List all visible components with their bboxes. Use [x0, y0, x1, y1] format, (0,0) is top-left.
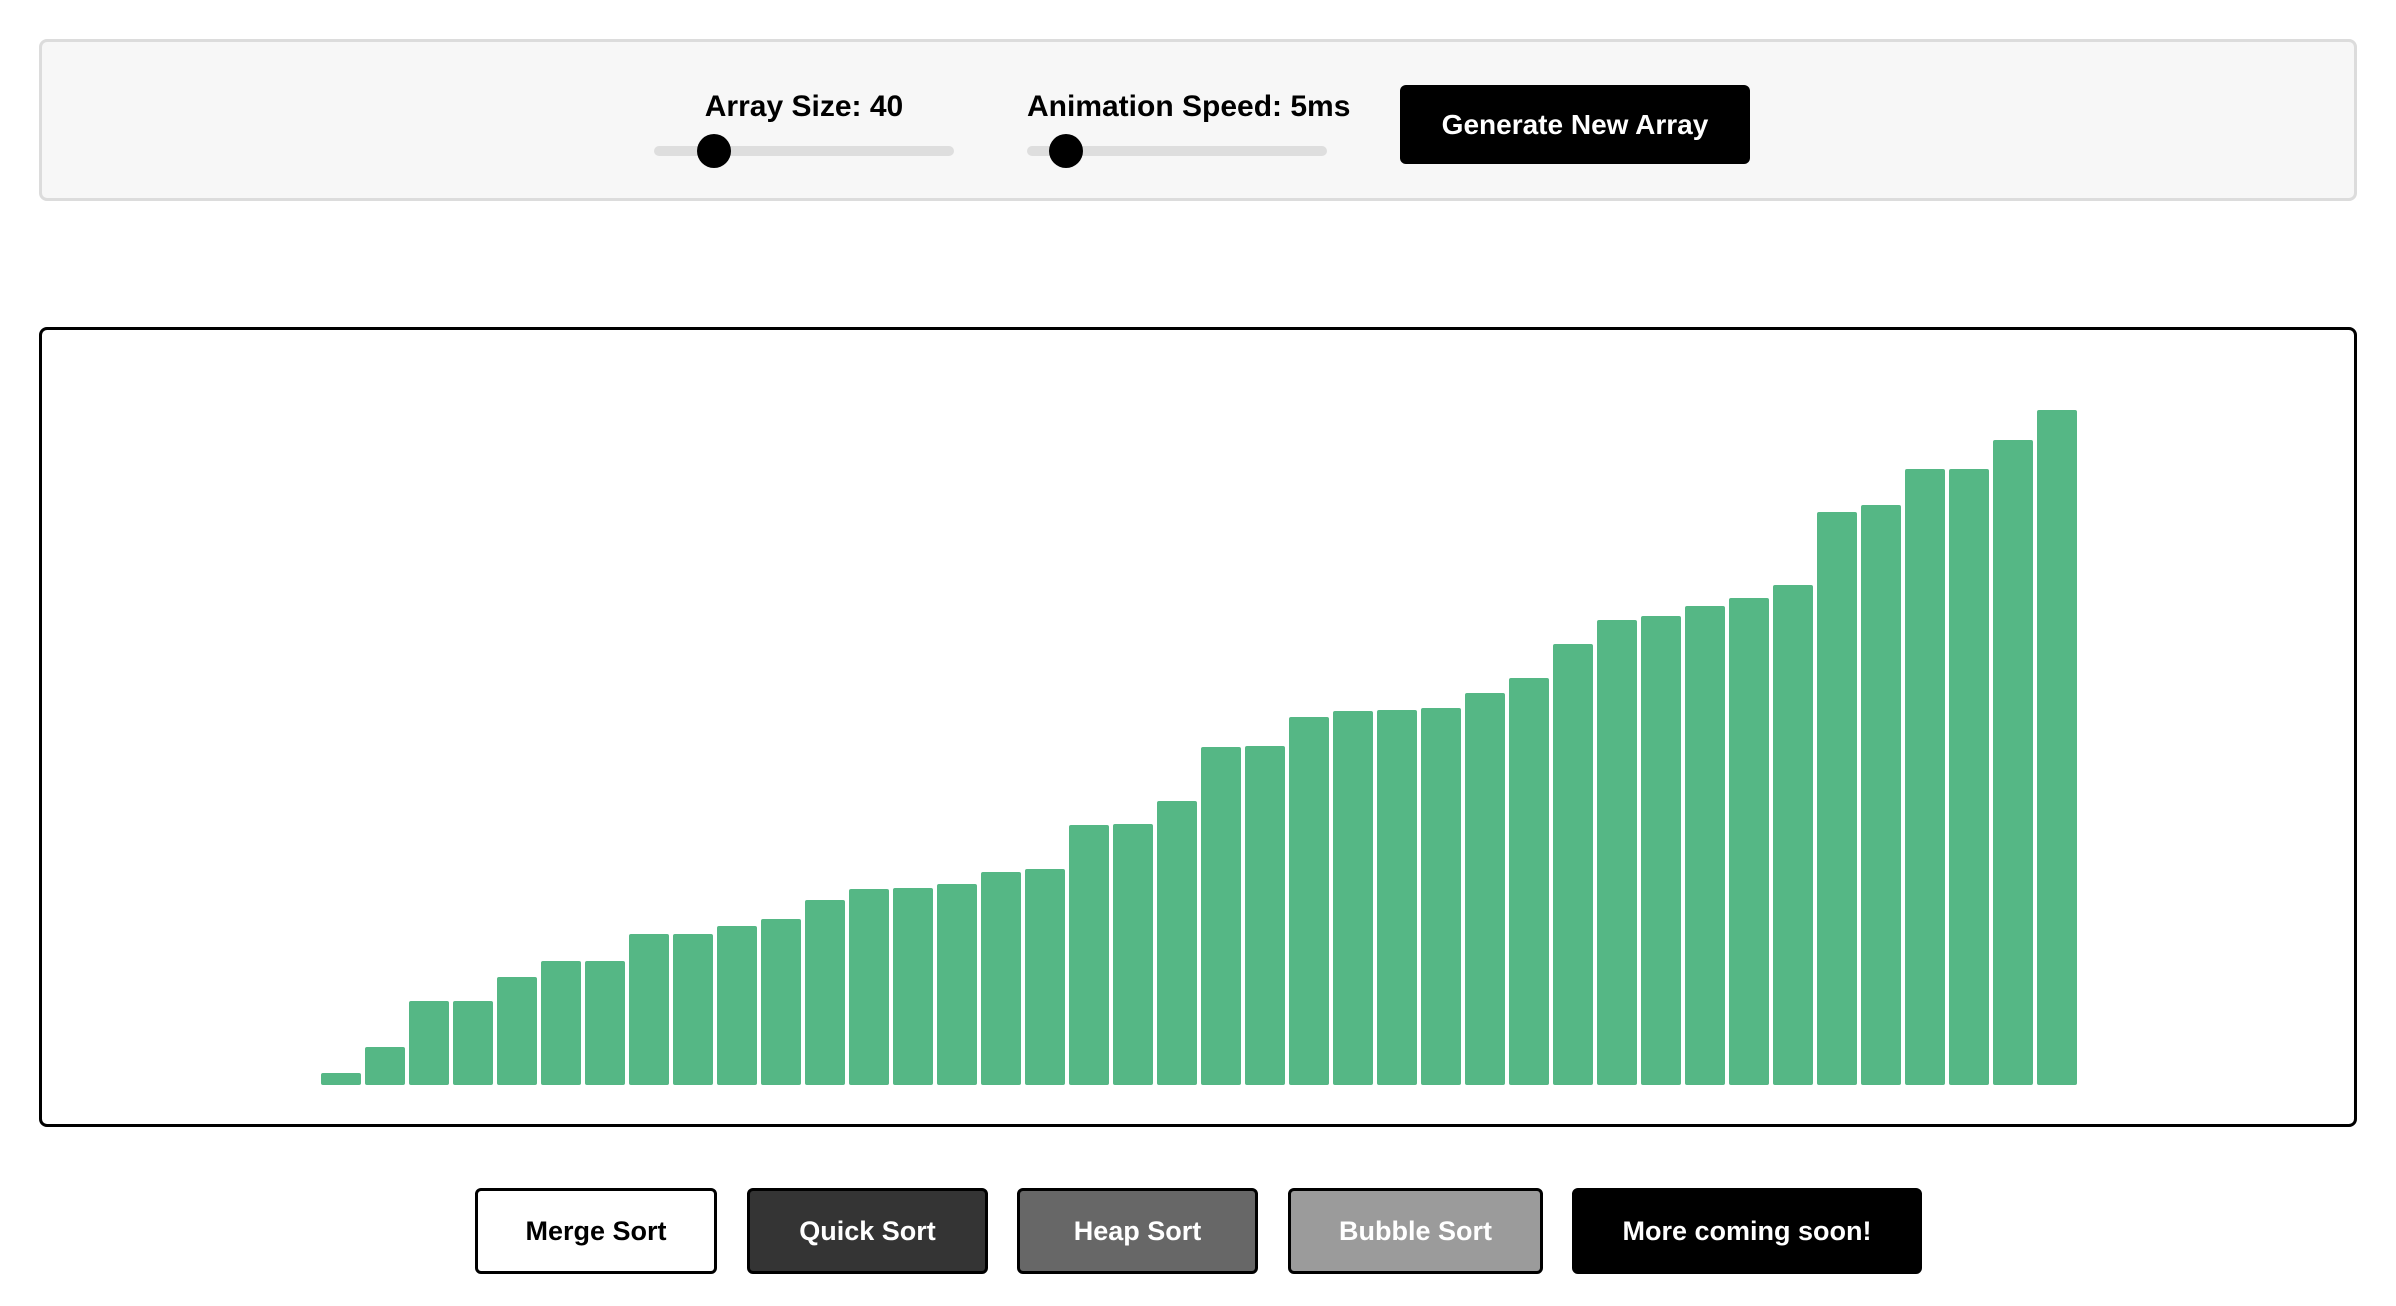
array-bar: [717, 926, 757, 1085]
array-bar: [629, 934, 669, 1085]
array-bar: [409, 1001, 449, 1085]
controls-panel: Array Size: 40 Animation Speed: 5ms Gene…: [39, 39, 2357, 201]
array-bar: [1333, 711, 1373, 1085]
array-bar: [1597, 620, 1637, 1085]
array-bar: [673, 934, 713, 1085]
merge-sort-button[interactable]: Merge Sort: [475, 1188, 717, 1274]
array-bar: [805, 900, 845, 1085]
array-bar: [1201, 747, 1241, 1085]
array-bar: [981, 872, 1021, 1085]
more-coming-soon-button[interactable]: More coming soon!: [1572, 1188, 1922, 1274]
array-bar: [497, 977, 537, 1085]
array-bar: [2037, 410, 2077, 1085]
generate-new-array-button[interactable]: Generate New Array: [1400, 85, 1750, 164]
bubble-sort-button[interactable]: Bubble Sort: [1288, 1188, 1543, 1274]
array-bar: [1993, 440, 2033, 1085]
array-bar: [1421, 708, 1461, 1085]
quick-sort-button[interactable]: Quick Sort: [747, 1188, 988, 1274]
array-bar: [1861, 505, 1901, 1085]
array-bar: [1465, 693, 1505, 1085]
array-bar: [893, 888, 933, 1085]
speed-label: Animation Speed: 5ms: [1027, 90, 1351, 123]
array-bar: [365, 1047, 405, 1085]
array-bar: [1509, 678, 1549, 1085]
array-bar: [1553, 644, 1593, 1085]
bars-chart: [321, 410, 2077, 1085]
array-bar: [1113, 824, 1153, 1085]
array-bar: [1817, 512, 1857, 1085]
array-bar: [1157, 801, 1197, 1085]
array-bar: [1069, 825, 1109, 1085]
array-bar: [1289, 717, 1329, 1085]
array-size-label: Array Size: 40: [704, 90, 904, 123]
array-bar: [541, 961, 581, 1085]
array-bar: [1773, 585, 1813, 1085]
array-size-slider-group: Array Size: 40: [654, 90, 954, 180]
array-bar: [321, 1073, 361, 1085]
array-bar: [1729, 598, 1769, 1085]
array-bar: [1377, 710, 1417, 1085]
array-bar: [1245, 746, 1285, 1085]
array-bar: [1949, 469, 1989, 1085]
array-bar: [1025, 869, 1065, 1085]
array-size-slider-thumb[interactable]: [697, 134, 731, 168]
array-bar: [453, 1001, 493, 1085]
array-visualization: [39, 327, 2357, 1127]
array-bar: [1685, 606, 1725, 1085]
array-bar: [937, 884, 977, 1085]
array-bar: [1641, 616, 1681, 1085]
array-bar: [1905, 469, 1945, 1085]
speed-slider-thumb[interactable]: [1049, 134, 1083, 168]
array-bar: [761, 919, 801, 1085]
array-bar: [849, 889, 889, 1085]
array-bar: [585, 961, 625, 1085]
heap-sort-button[interactable]: Heap Sort: [1017, 1188, 1258, 1274]
